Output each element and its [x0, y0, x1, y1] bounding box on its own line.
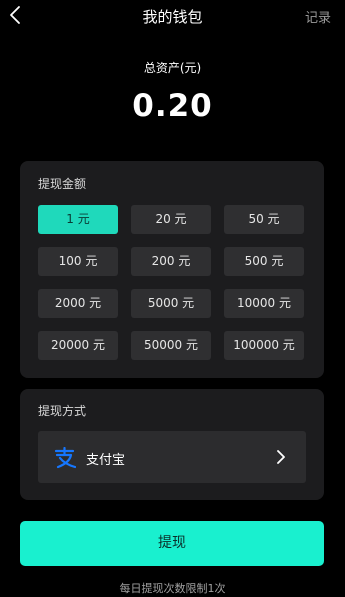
amount-option-button[interactable]: 50 元	[224, 205, 304, 234]
amount-option-button[interactable]: 5000 元	[131, 289, 211, 318]
amount-option-button[interactable]: 1 元	[38, 205, 118, 234]
amount-option-button[interactable]: 200 元	[131, 247, 211, 276]
chevron-right-icon	[277, 450, 285, 464]
daily-limit-note: 每日提现次数限制1次	[119, 582, 226, 595]
amount-option-button[interactable]: 100000 元	[224, 331, 304, 360]
amount-option-button[interactable]: 20000 元	[38, 331, 118, 360]
withdraw-amount-title: 提现金额	[38, 177, 87, 191]
withdraw-method-title: 提现方式	[38, 404, 87, 418]
withdraw-amount-card: 提现金额 1 元 20 元 50 元 100 元 200 元 500 元 2000 元 500…	[20, 161, 324, 378]
amount-option-button[interactable]: 10000 元	[224, 289, 304, 318]
alipay-icon	[54, 447, 76, 469]
amount-option-button[interactable]: 50000 元	[131, 331, 211, 360]
amount-option-button[interactable]: 100 元	[38, 247, 118, 276]
page-title: 我的钱包	[142, 8, 203, 26]
withdraw-method-card: 提现方式 支付宝	[20, 389, 324, 500]
records-link[interactable]: 记录	[305, 7, 331, 26]
method-label: 支付宝	[86, 453, 126, 468]
amount-option-button[interactable]: 2000 元	[38, 289, 118, 318]
total-assets-value: 0.20	[132, 88, 213, 124]
amount-option-button[interactable]: 20 元	[131, 205, 211, 234]
total-assets-label: 总资产(元)	[143, 61, 202, 75]
alipay-method-option[interactable]: 支付宝	[38, 431, 306, 483]
top-nav-bar: 我的钱包 记录	[0, 0, 345, 32]
amount-option-button[interactable]: 500 元	[224, 247, 304, 276]
withdraw-button[interactable]: 提现	[20, 521, 324, 566]
